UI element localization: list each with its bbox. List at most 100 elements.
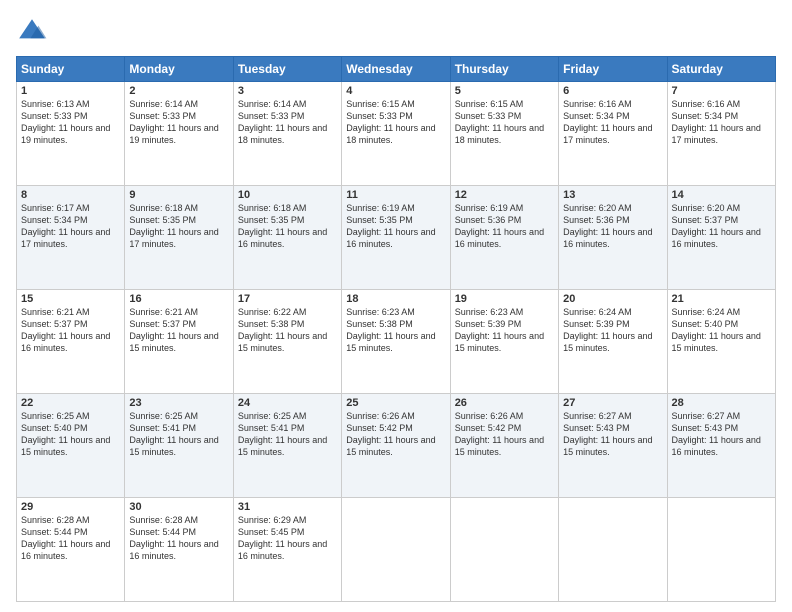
calendar-cell: 2 Sunrise: 6:14 AMSunset: 5:33 PMDayligh… xyxy=(125,82,233,186)
day-info: Sunrise: 6:16 AMSunset: 5:34 PMDaylight:… xyxy=(563,99,652,145)
day-info: Sunrise: 6:28 AMSunset: 5:44 PMDaylight:… xyxy=(21,515,110,561)
day-info: Sunrise: 6:28 AMSunset: 5:44 PMDaylight:… xyxy=(129,515,218,561)
day-info: Sunrise: 6:20 AMSunset: 5:37 PMDaylight:… xyxy=(672,203,761,249)
calendar-cell xyxy=(667,498,775,602)
day-info: Sunrise: 6:25 AMSunset: 5:40 PMDaylight:… xyxy=(21,411,110,457)
calendar-header-friday: Friday xyxy=(559,57,667,82)
day-info: Sunrise: 6:26 AMSunset: 5:42 PMDaylight:… xyxy=(346,411,435,457)
calendar-cell: 29 Sunrise: 6:28 AMSunset: 5:44 PMDaylig… xyxy=(17,498,125,602)
day-info: Sunrise: 6:24 AMSunset: 5:39 PMDaylight:… xyxy=(563,307,652,353)
day-number: 23 xyxy=(129,397,228,409)
day-info: Sunrise: 6:18 AMSunset: 5:35 PMDaylight:… xyxy=(129,203,218,249)
day-info: Sunrise: 6:27 AMSunset: 5:43 PMDaylight:… xyxy=(672,411,761,457)
day-number: 3 xyxy=(238,85,337,97)
calendar-cell: 13 Sunrise: 6:20 AMSunset: 5:36 PMDaylig… xyxy=(559,186,667,290)
day-info: Sunrise: 6:29 AMSunset: 5:45 PMDaylight:… xyxy=(238,515,327,561)
calendar-cell xyxy=(559,498,667,602)
day-info: Sunrise: 6:27 AMSunset: 5:43 PMDaylight:… xyxy=(563,411,652,457)
logo-icon xyxy=(16,16,48,48)
day-number: 10 xyxy=(238,189,337,201)
day-number: 4 xyxy=(346,85,445,97)
day-number: 20 xyxy=(563,293,662,305)
page: SundayMondayTuesdayWednesdayThursdayFrid… xyxy=(0,0,792,612)
calendar-cell: 31 Sunrise: 6:29 AMSunset: 5:45 PMDaylig… xyxy=(233,498,341,602)
day-number: 30 xyxy=(129,501,228,513)
day-number: 28 xyxy=(672,397,771,409)
logo xyxy=(16,16,52,48)
day-info: Sunrise: 6:15 AMSunset: 5:33 PMDaylight:… xyxy=(346,99,435,145)
day-info: Sunrise: 6:13 AMSunset: 5:33 PMDaylight:… xyxy=(21,99,110,145)
day-number: 13 xyxy=(563,189,662,201)
day-number: 18 xyxy=(346,293,445,305)
day-number: 7 xyxy=(672,85,771,97)
day-info: Sunrise: 6:17 AMSunset: 5:34 PMDaylight:… xyxy=(21,203,110,249)
day-number: 5 xyxy=(455,85,554,97)
day-number: 31 xyxy=(238,501,337,513)
day-number: 9 xyxy=(129,189,228,201)
calendar-week-3: 15 Sunrise: 6:21 AMSunset: 5:37 PMDaylig… xyxy=(17,290,776,394)
calendar-header-monday: Monday xyxy=(125,57,233,82)
day-number: 29 xyxy=(21,501,120,513)
day-number: 25 xyxy=(346,397,445,409)
calendar-header-sunday: Sunday xyxy=(17,57,125,82)
calendar-cell: 15 Sunrise: 6:21 AMSunset: 5:37 PMDaylig… xyxy=(17,290,125,394)
day-number: 21 xyxy=(672,293,771,305)
calendar-cell: 25 Sunrise: 6:26 AMSunset: 5:42 PMDaylig… xyxy=(342,394,450,498)
calendar-cell: 27 Sunrise: 6:27 AMSunset: 5:43 PMDaylig… xyxy=(559,394,667,498)
calendar-cell: 21 Sunrise: 6:24 AMSunset: 5:40 PMDaylig… xyxy=(667,290,775,394)
calendar-cell xyxy=(342,498,450,602)
calendar-cell: 17 Sunrise: 6:22 AMSunset: 5:38 PMDaylig… xyxy=(233,290,341,394)
calendar-cell: 5 Sunrise: 6:15 AMSunset: 5:33 PMDayligh… xyxy=(450,82,558,186)
day-number: 12 xyxy=(455,189,554,201)
calendar-cell: 9 Sunrise: 6:18 AMSunset: 5:35 PMDayligh… xyxy=(125,186,233,290)
calendar-cell: 3 Sunrise: 6:14 AMSunset: 5:33 PMDayligh… xyxy=(233,82,341,186)
calendar-header-saturday: Saturday xyxy=(667,57,775,82)
day-info: Sunrise: 6:16 AMSunset: 5:34 PMDaylight:… xyxy=(672,99,761,145)
calendar-cell: 28 Sunrise: 6:27 AMSunset: 5:43 PMDaylig… xyxy=(667,394,775,498)
day-info: Sunrise: 6:19 AMSunset: 5:36 PMDaylight:… xyxy=(455,203,544,249)
calendar-cell: 26 Sunrise: 6:26 AMSunset: 5:42 PMDaylig… xyxy=(450,394,558,498)
day-number: 17 xyxy=(238,293,337,305)
day-info: Sunrise: 6:14 AMSunset: 5:33 PMDaylight:… xyxy=(238,99,327,145)
calendar-cell: 19 Sunrise: 6:23 AMSunset: 5:39 PMDaylig… xyxy=(450,290,558,394)
day-info: Sunrise: 6:26 AMSunset: 5:42 PMDaylight:… xyxy=(455,411,544,457)
day-info: Sunrise: 6:21 AMSunset: 5:37 PMDaylight:… xyxy=(21,307,110,353)
day-info: Sunrise: 6:25 AMSunset: 5:41 PMDaylight:… xyxy=(238,411,327,457)
day-number: 27 xyxy=(563,397,662,409)
calendar-cell: 14 Sunrise: 6:20 AMSunset: 5:37 PMDaylig… xyxy=(667,186,775,290)
calendar-header-wednesday: Wednesday xyxy=(342,57,450,82)
day-number: 6 xyxy=(563,85,662,97)
calendar-cell xyxy=(450,498,558,602)
calendar-cell: 11 Sunrise: 6:19 AMSunset: 5:35 PMDaylig… xyxy=(342,186,450,290)
day-info: Sunrise: 6:15 AMSunset: 5:33 PMDaylight:… xyxy=(455,99,544,145)
calendar-cell: 16 Sunrise: 6:21 AMSunset: 5:37 PMDaylig… xyxy=(125,290,233,394)
calendar-cell: 20 Sunrise: 6:24 AMSunset: 5:39 PMDaylig… xyxy=(559,290,667,394)
calendar-table: SundayMondayTuesdayWednesdayThursdayFrid… xyxy=(16,56,776,602)
calendar-header-tuesday: Tuesday xyxy=(233,57,341,82)
day-info: Sunrise: 6:19 AMSunset: 5:35 PMDaylight:… xyxy=(346,203,435,249)
calendar-week-5: 29 Sunrise: 6:28 AMSunset: 5:44 PMDaylig… xyxy=(17,498,776,602)
day-info: Sunrise: 6:22 AMSunset: 5:38 PMDaylight:… xyxy=(238,307,327,353)
calendar-header-thursday: Thursday xyxy=(450,57,558,82)
calendar-cell: 18 Sunrise: 6:23 AMSunset: 5:38 PMDaylig… xyxy=(342,290,450,394)
calendar-body: 1 Sunrise: 6:13 AMSunset: 5:33 PMDayligh… xyxy=(17,82,776,602)
day-info: Sunrise: 6:18 AMSunset: 5:35 PMDaylight:… xyxy=(238,203,327,249)
day-number: 26 xyxy=(455,397,554,409)
calendar-cell: 7 Sunrise: 6:16 AMSunset: 5:34 PMDayligh… xyxy=(667,82,775,186)
day-number: 15 xyxy=(21,293,120,305)
day-number: 19 xyxy=(455,293,554,305)
calendar-week-1: 1 Sunrise: 6:13 AMSunset: 5:33 PMDayligh… xyxy=(17,82,776,186)
calendar-cell: 6 Sunrise: 6:16 AMSunset: 5:34 PMDayligh… xyxy=(559,82,667,186)
calendar-cell: 10 Sunrise: 6:18 AMSunset: 5:35 PMDaylig… xyxy=(233,186,341,290)
day-info: Sunrise: 6:24 AMSunset: 5:40 PMDaylight:… xyxy=(672,307,761,353)
day-info: Sunrise: 6:23 AMSunset: 5:39 PMDaylight:… xyxy=(455,307,544,353)
calendar-cell: 30 Sunrise: 6:28 AMSunset: 5:44 PMDaylig… xyxy=(125,498,233,602)
day-number: 1 xyxy=(21,85,120,97)
calendar-cell: 23 Sunrise: 6:25 AMSunset: 5:41 PMDaylig… xyxy=(125,394,233,498)
day-info: Sunrise: 6:21 AMSunset: 5:37 PMDaylight:… xyxy=(129,307,218,353)
day-number: 22 xyxy=(21,397,120,409)
day-info: Sunrise: 6:14 AMSunset: 5:33 PMDaylight:… xyxy=(129,99,218,145)
calendar-week-2: 8 Sunrise: 6:17 AMSunset: 5:34 PMDayligh… xyxy=(17,186,776,290)
day-number: 14 xyxy=(672,189,771,201)
day-number: 2 xyxy=(129,85,228,97)
